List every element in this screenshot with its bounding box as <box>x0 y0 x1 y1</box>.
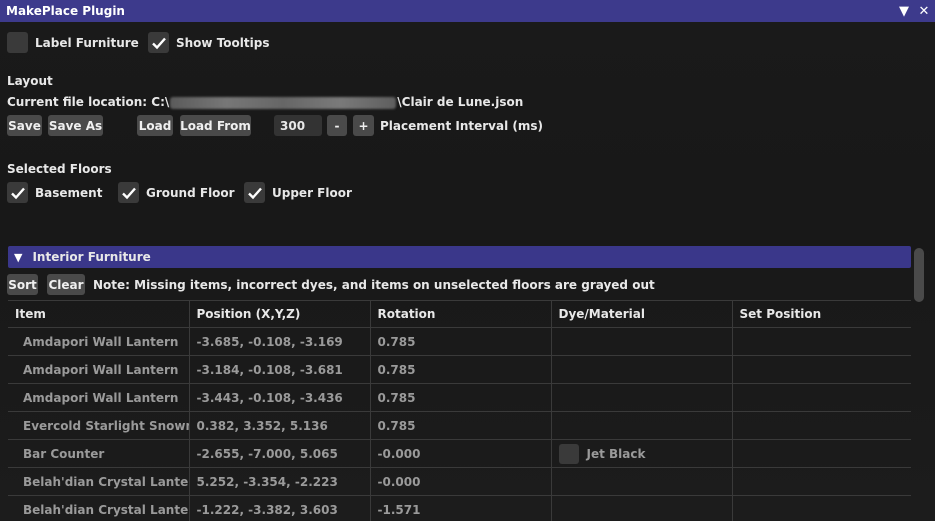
item-position: -3.685, -0.108, -3.169 <box>189 327 371 356</box>
set-position-cell[interactable] <box>732 467 911 496</box>
item-position: 5.252, -3.354, -2.223 <box>189 467 371 496</box>
item-position: -3.184, -0.108, -3.681 <box>189 355 371 384</box>
table-header-row: Item Position (X,Y,Z) Rotation Dye/Mater… <box>8 300 911 328</box>
item-rotation: 0.785 <box>370 355 552 384</box>
checkmark-icon <box>121 187 136 199</box>
item-dye <box>551 411 733 440</box>
item-rotation: -0.000 <box>370 467 552 496</box>
save-as-button[interactable]: Save As <box>48 115 103 136</box>
sort-button[interactable]: Sort <box>7 274 38 295</box>
scrollbar-thumb[interactable] <box>914 248 924 302</box>
checkbox-box <box>244 182 265 203</box>
item-dye: Jet Black <box>551 439 733 468</box>
interior-furniture-header[interactable]: ▼ Interior Furniture <box>8 246 911 268</box>
item-rotation: 0.785 <box>370 411 552 440</box>
table-row[interactable]: Amdapori Wall Lantern -3.184, -0.108, -3… <box>8 355 911 384</box>
expand-triangle-icon: ▼ <box>14 250 23 264</box>
decrement-button[interactable]: - <box>327 115 347 136</box>
column-header[interactable]: Item <box>8 300 190 328</box>
title-bar[interactable]: MakePlace Plugin ▼ ✕ <box>0 0 935 22</box>
upper-floor-checkbox[interactable]: Upper Floor <box>244 182 352 203</box>
clear-button[interactable]: Clear <box>47 274 85 295</box>
basement-checkbox[interactable]: Basement <box>7 182 102 203</box>
placement-interval-label: Placement Interval (ms) <box>380 119 543 133</box>
item-position: -3.443, -0.108, -3.436 <box>189 383 371 412</box>
table-row[interactable]: Amdapori Wall Lantern -3.443, -0.108, -3… <box>8 383 911 412</box>
checkbox-box <box>7 182 28 203</box>
grayed-out-note: Note: Missing items, incorrect dyes, and… <box>93 278 655 292</box>
checkmark-icon <box>10 187 25 199</box>
table-row[interactable]: Amdapori Wall Lantern -3.685, -0.108, -3… <box>8 327 911 356</box>
table-row[interactable]: Evercold Starlight Snowm 0.382, 3.352, 5… <box>8 411 911 440</box>
redacted-path <box>170 96 397 109</box>
item-position: 0.382, 3.352, 5.136 <box>189 411 371 440</box>
column-header[interactable]: Position (X,Y,Z) <box>189 300 371 328</box>
checkmark-icon <box>247 187 262 199</box>
checkbox-label: Upper Floor <box>272 185 352 200</box>
checkmark-icon <box>151 37 166 49</box>
column-header[interactable]: Set Position <box>732 300 911 328</box>
file-location-suffix: \Clair de Lune.json <box>397 95 524 109</box>
table-row[interactable]: Belah'dian Crystal Lanter 5.252, -3.354,… <box>8 467 911 496</box>
checkbox-box <box>118 182 139 203</box>
layout-heading: Layout <box>7 74 53 88</box>
item-rotation: -0.000 <box>370 439 552 468</box>
set-position-cell[interactable] <box>732 495 911 521</box>
item-dye <box>551 495 733 521</box>
checkbox-box <box>7 32 28 53</box>
section-title: Interior Furniture <box>32 250 151 264</box>
selected-floors-heading: Selected Floors <box>7 162 112 176</box>
file-location-prefix: Current file location: C:\ <box>7 95 170 109</box>
item-name: Belah'dian Crystal Lanter <box>23 474 189 489</box>
file-location: Current file location: C:\ \Clair de Lune… <box>7 95 523 109</box>
checkbox-label: Show Tooltips <box>176 35 270 50</box>
item-rotation: 0.785 <box>370 327 552 356</box>
column-header[interactable]: Rotation <box>370 300 552 328</box>
checkbox-label: Label Furniture <box>35 35 139 50</box>
item-name: Bar Counter <box>23 446 105 461</box>
increment-button[interactable]: + <box>353 115 374 136</box>
set-position-cell[interactable] <box>732 411 911 440</box>
table-row[interactable]: Belah'dian Crystal Lanter -1.222, -3.382… <box>8 495 911 521</box>
item-dye <box>551 327 733 356</box>
save-button[interactable]: Save <box>7 115 42 136</box>
plugin-window: MakePlace Plugin ▼ ✕ Label Furniture Sho… <box>0 0 935 521</box>
set-position-cell[interactable] <box>732 439 911 468</box>
set-position-cell[interactable] <box>732 327 911 356</box>
show-tooltips-checkbox[interactable]: Show Tooltips <box>148 32 269 53</box>
item-rotation: -1.571 <box>370 495 552 521</box>
load-button[interactable]: Load <box>137 115 173 136</box>
placement-interval-input[interactable]: 300 <box>274 115 322 136</box>
table-row[interactable]: Bar Counter -2.655, -7.000, 5.065 -0.000… <box>8 439 911 468</box>
dye-label: Jet Black <box>586 446 646 461</box>
column-header[interactable]: Dye/Material <box>551 300 733 328</box>
set-position-cell[interactable] <box>732 383 911 412</box>
dye-swatch <box>558 443 579 464</box>
checkbox-label: Ground Floor <box>146 185 235 200</box>
item-position: -2.655, -7.000, 5.065 <box>189 439 371 468</box>
set-position-cell[interactable] <box>732 355 911 384</box>
item-name: Amdapori Wall Lantern <box>23 390 179 405</box>
ground-floor-checkbox[interactable]: Ground Floor <box>118 182 235 203</box>
checkbox-label: Basement <box>35 185 103 200</box>
item-rotation: 0.785 <box>370 383 552 412</box>
item-dye <box>551 383 733 412</box>
window-title: MakePlace Plugin <box>6 4 125 18</box>
item-position: -1.222, -3.382, 3.603 <box>189 495 371 521</box>
item-name: Belah'dian Crystal Lanter <box>23 502 189 517</box>
checkbox-box <box>148 32 169 53</box>
item-name: Evercold Starlight Snowm <box>23 418 189 433</box>
item-name: Amdapori Wall Lantern <box>23 362 179 377</box>
load-from-button[interactable]: Load From <box>180 115 251 136</box>
close-icon[interactable]: ✕ <box>917 3 931 19</box>
collapse-icon[interactable]: ▼ <box>897 3 911 19</box>
item-name: Amdapori Wall Lantern <box>23 334 179 349</box>
item-dye <box>551 355 733 384</box>
furniture-table: Item Position (X,Y,Z) Rotation Dye/Mater… <box>8 300 911 521</box>
label-furniture-checkbox[interactable]: Label Furniture <box>7 32 139 53</box>
item-dye <box>551 467 733 496</box>
